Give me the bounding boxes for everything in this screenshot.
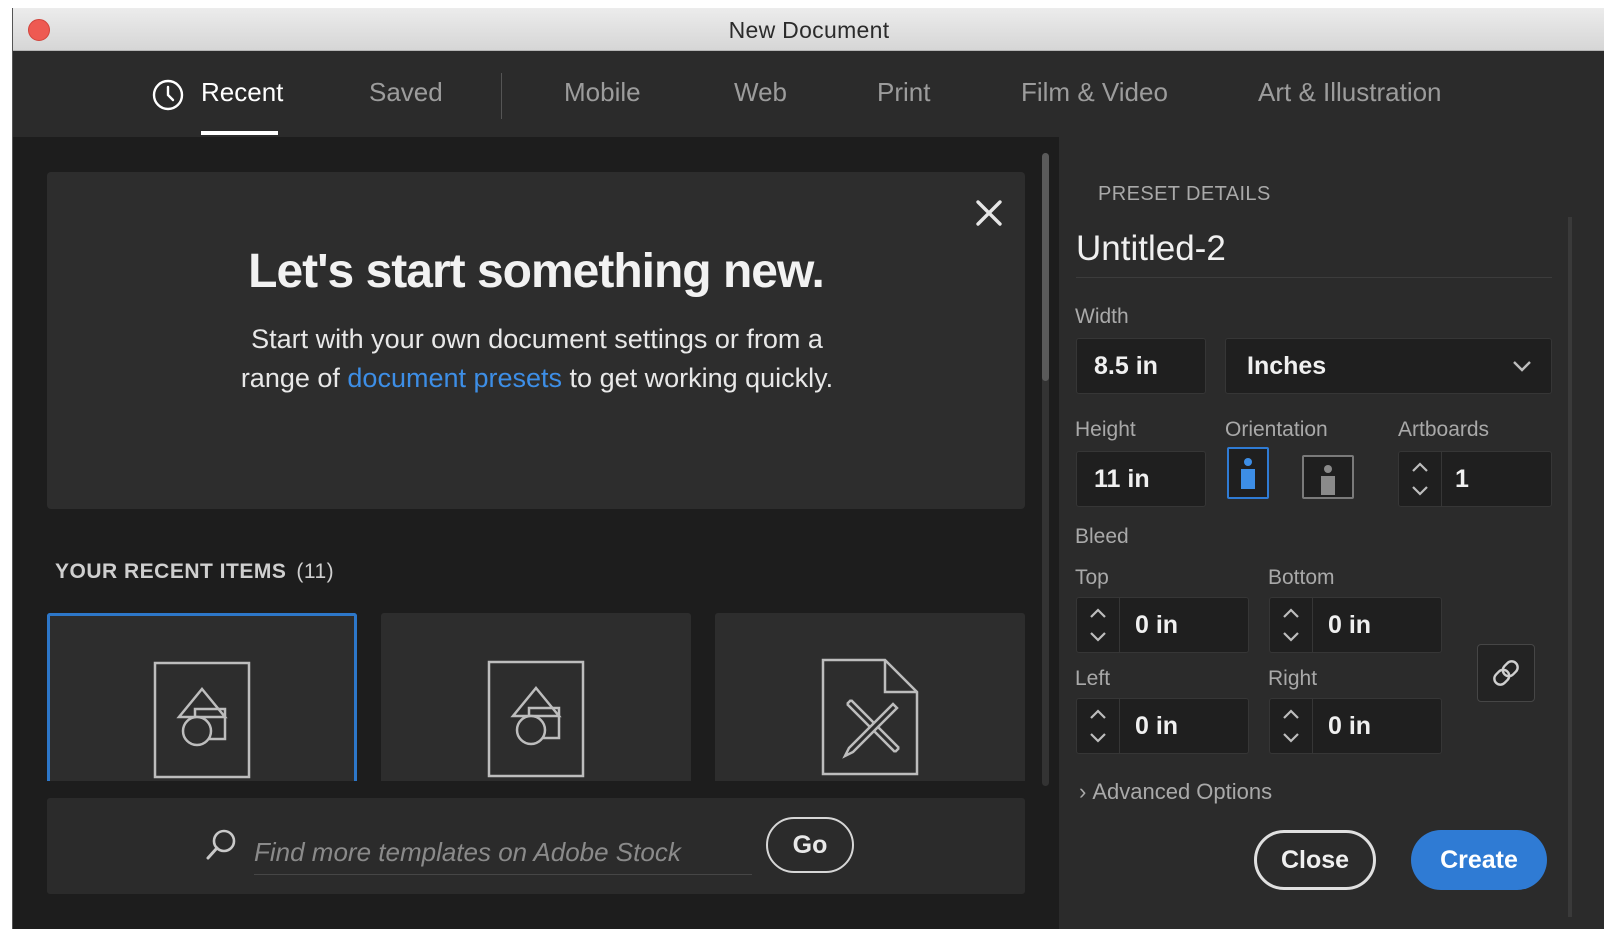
units-dropdown[interactable]: Inches	[1225, 338, 1552, 394]
width-label: Width	[1075, 305, 1129, 328]
tab-web[interactable]: Web	[734, 77, 787, 108]
tab-art-illustration[interactable]: Art & Illustration	[1258, 77, 1442, 108]
bleed-right-stepper[interactable]: 0 in	[1269, 698, 1442, 754]
chevron-down-icon	[1513, 361, 1531, 372]
tab-film-video[interactable]: Film & Video	[1021, 77, 1168, 108]
bleed-left-spinner[interactable]	[1077, 699, 1120, 753]
bleed-left-stepper[interactable]: 0 in	[1076, 698, 1249, 754]
document-presets-link[interactable]: document presets	[347, 363, 562, 393]
title-bar: New Document	[13, 8, 1604, 51]
document-name-field[interactable]: Untitled-2	[1076, 229, 1552, 278]
preset-details-heading: PRESET DETAILS	[1098, 183, 1271, 205]
artboards-value: 1	[1455, 465, 1469, 493]
bleed-bottom-label: Bottom	[1268, 566, 1335, 589]
artboards-stepper[interactable]: 1	[1398, 451, 1552, 507]
welcome-text-end: to get working quickly.	[569, 363, 834, 393]
tab-divider	[501, 73, 502, 119]
bleed-right-label: Right	[1268, 667, 1318, 690]
go-button[interactable]: Go	[766, 817, 854, 873]
bleed-top-label: Top	[1075, 566, 1109, 589]
create-button[interactable]: Create	[1411, 830, 1547, 890]
bleed-top-spinner[interactable]	[1077, 598, 1120, 652]
stock-search-input[interactable]	[254, 830, 752, 875]
artboards-spinner[interactable]	[1399, 452, 1442, 506]
up-down-arrows-icon	[1283, 608, 1299, 642]
height-value: 11 in	[1094, 465, 1150, 493]
shapes-document-icon	[153, 661, 251, 779]
close-icon[interactable]	[972, 196, 1006, 230]
up-down-arrows-icon	[1283, 709, 1299, 743]
advanced-options-label: Advanced Options	[1092, 779, 1273, 804]
shapes-document-icon	[487, 660, 585, 778]
artboards-label: Artboards	[1398, 418, 1490, 441]
portrait-icon	[1229, 449, 1267, 497]
search-icon	[206, 829, 236, 860]
bleed-top-stepper[interactable]: 0 in	[1076, 597, 1249, 653]
recent-item[interactable]	[381, 613, 691, 781]
recent-items-heading: YOUR RECENT ITEMS (11)	[55, 560, 334, 584]
ruler-pencil-document-icon	[821, 658, 919, 776]
bleed-left-value: 0 in	[1135, 712, 1179, 740]
bleed-label: Bleed	[1075, 525, 1129, 548]
tab-saved[interactable]: Saved	[369, 77, 443, 108]
orientation-landscape-button[interactable]	[1302, 455, 1354, 499]
tab-mobile[interactable]: Mobile	[564, 77, 641, 108]
bleed-right-value: 0 in	[1328, 712, 1372, 740]
orientation-label: Orientation	[1225, 418, 1328, 441]
close-button[interactable]: Close	[1254, 830, 1376, 890]
height-field[interactable]: 11 in	[1076, 451, 1206, 507]
advanced-options-toggle[interactable]: › Advanced Options	[1079, 779, 1272, 805]
link-bleed-button[interactable]	[1477, 644, 1535, 702]
active-tab-indicator	[201, 131, 278, 135]
recent-items-count: (11)	[296, 560, 335, 583]
clock-icon	[152, 79, 184, 111]
welcome-title: Let's start something new.	[248, 245, 825, 298]
recent-item[interactable]	[715, 613, 1025, 781]
tab-print[interactable]: Print	[877, 77, 930, 108]
up-down-arrows-icon	[1090, 608, 1106, 642]
category-tabs: Recent Saved Mobile Web Print Film & Vid…	[13, 51, 1604, 137]
width-value: 8.5 in	[1094, 352, 1158, 380]
panel-scrollbar[interactable]	[1568, 217, 1572, 917]
units-value: Inches	[1247, 352, 1327, 380]
scrollbar-thumb[interactable]	[1042, 153, 1049, 381]
recent-item[interactable]	[47, 613, 357, 781]
bleed-bottom-value: 0 in	[1328, 611, 1372, 639]
bleed-left-label: Left	[1075, 667, 1111, 690]
bleed-top-value: 0 in	[1135, 611, 1179, 639]
welcome-banner: Let's start something new. Start with yo…	[47, 172, 1025, 509]
new-document-dialog: New Document Recent Saved Mobile Web Pri…	[12, 8, 1604, 929]
window-title: New Document	[728, 17, 890, 43]
adobe-stock-search-bar: Go	[47, 798, 1025, 894]
width-field[interactable]: 8.5 in	[1076, 338, 1206, 394]
recent-items-title: YOUR RECENT ITEMS	[55, 560, 287, 583]
up-down-arrows-icon	[1090, 709, 1106, 743]
welcome-text: Start with your own document settings or…	[237, 320, 837, 398]
height-label: Height	[1075, 418, 1136, 441]
tab-recent[interactable]: Recent	[201, 77, 283, 108]
bleed-bottom-spinner[interactable]	[1270, 598, 1313, 652]
bleed-bottom-stepper[interactable]: 0 in	[1269, 597, 1442, 653]
preset-details-panel: PRESET DETAILS Untitled-2 Width 8.5 in I…	[1059, 137, 1604, 929]
chevron-right-icon: ›	[1079, 779, 1087, 804]
up-down-arrows-icon	[1412, 462, 1428, 496]
landscape-icon	[1304, 457, 1352, 497]
link-icon	[1493, 660, 1519, 686]
orientation-portrait-button[interactable]	[1227, 447, 1269, 499]
bleed-right-spinner[interactable]	[1270, 699, 1313, 753]
